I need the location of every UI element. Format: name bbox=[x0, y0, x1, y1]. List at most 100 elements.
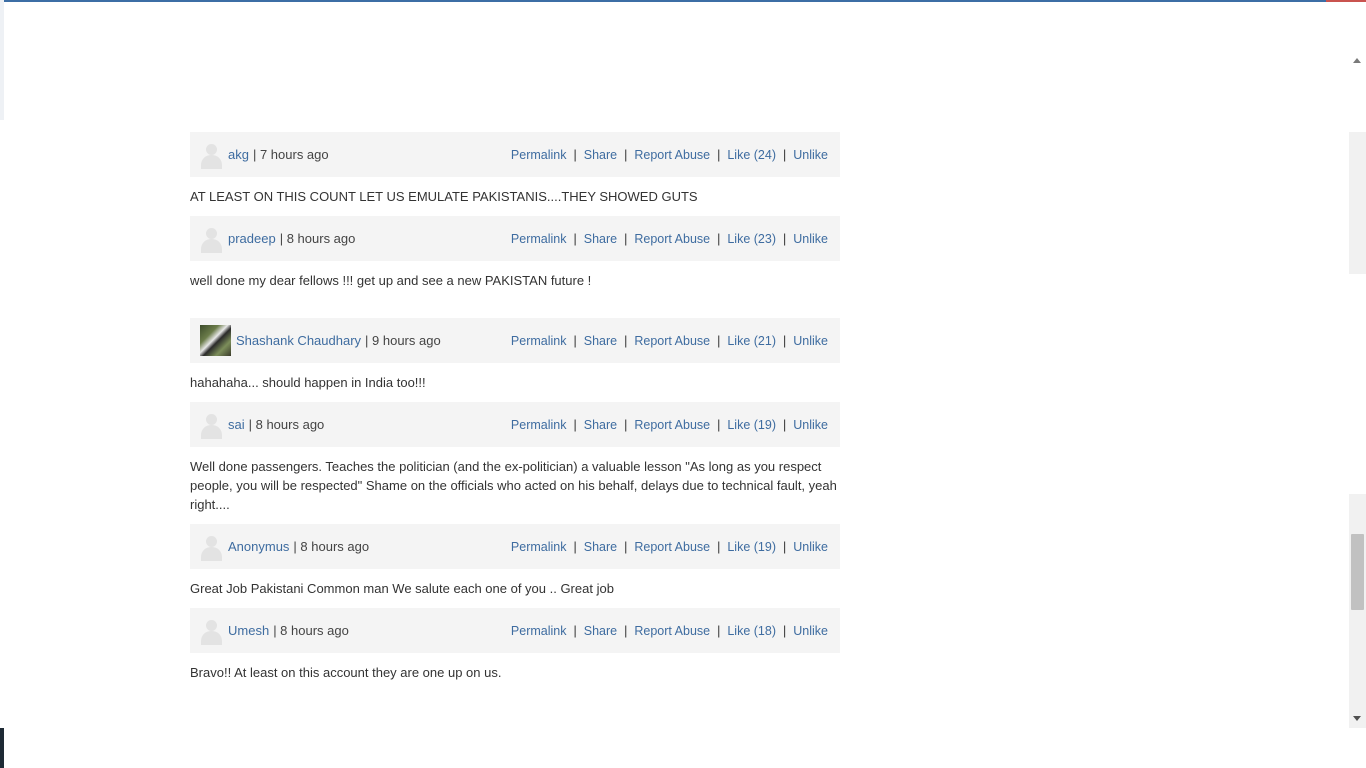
comment-time: | 7 hours ago bbox=[252, 147, 329, 162]
share-link[interactable]: Share bbox=[584, 232, 617, 246]
report-abuse-link[interactable]: Report Abuse bbox=[634, 624, 710, 638]
action-separator: | bbox=[624, 333, 628, 348]
action-separator: | bbox=[717, 539, 721, 554]
comment-item: pradeep | 8 hours ago Permalink | Share … bbox=[190, 216, 840, 318]
action-separator: | bbox=[717, 147, 721, 162]
report-abuse-link[interactable]: Report Abuse bbox=[634, 418, 710, 432]
window-top-border bbox=[0, 0, 1366, 2]
comment-text: AT LEAST ON THIS COUNT LET US EMULATE PA… bbox=[190, 189, 698, 204]
comment-item: Anonymus | 8 hours ago Permalink | Share… bbox=[190, 524, 840, 608]
share-link[interactable]: Share bbox=[584, 624, 617, 638]
left-edge-strip bbox=[0, 0, 4, 120]
action-separator: | bbox=[624, 623, 628, 638]
unlike-link[interactable]: Unlike bbox=[793, 418, 828, 432]
report-abuse-link[interactable]: Report Abuse bbox=[634, 334, 710, 348]
action-separator: | bbox=[624, 147, 628, 162]
comment-item: sai | 8 hours ago Permalink | Share | Re… bbox=[190, 402, 840, 524]
comment-header: akg | 7 hours ago Permalink | Share | Re… bbox=[190, 132, 840, 177]
unlike-link[interactable]: Unlike bbox=[793, 624, 828, 638]
comment-time: | 9 hours ago bbox=[365, 333, 441, 348]
unlike-link[interactable]: Unlike bbox=[793, 232, 828, 246]
action-separator: | bbox=[573, 417, 577, 432]
action-separator: | bbox=[573, 623, 577, 638]
default-avatar-icon bbox=[200, 225, 223, 253]
user-photo bbox=[200, 325, 231, 356]
action-separator: | bbox=[717, 231, 721, 246]
action-separator: | bbox=[573, 147, 577, 162]
comment-header: pradeep | 8 hours ago Permalink | Share … bbox=[190, 216, 840, 261]
action-separator: | bbox=[573, 231, 577, 246]
permalink-link[interactable]: Permalink bbox=[511, 624, 567, 638]
unlike-link[interactable]: Unlike bbox=[793, 540, 828, 554]
comment-time: | 8 hours ago bbox=[279, 231, 356, 246]
comment-actions: Permalink | Share | Report Abuse | Like … bbox=[511, 318, 828, 363]
comment-header: Anonymus | 8 hours ago Permalink | Share… bbox=[190, 524, 840, 569]
comment-author-link[interactable]: Umesh bbox=[228, 623, 269, 638]
comments-list: akg | 7 hours ago Permalink | Share | Re… bbox=[190, 132, 840, 692]
action-separator: | bbox=[717, 333, 721, 348]
action-separator: | bbox=[783, 417, 787, 432]
comment-item: akg | 7 hours ago Permalink | Share | Re… bbox=[190, 132, 840, 216]
action-separator: | bbox=[717, 417, 721, 432]
action-separator: | bbox=[783, 147, 787, 162]
report-abuse-link[interactable]: Report Abuse bbox=[634, 148, 710, 162]
comment-author-link[interactable]: Anonymus bbox=[228, 539, 289, 554]
comment-author-link[interactable]: pradeep bbox=[228, 231, 276, 246]
action-separator: | bbox=[783, 231, 787, 246]
action-separator: | bbox=[624, 539, 628, 554]
like-link[interactable]: Like (19) bbox=[727, 418, 776, 432]
share-link[interactable]: Share bbox=[584, 334, 617, 348]
share-link[interactable]: Share bbox=[584, 418, 617, 432]
permalink-link[interactable]: Permalink bbox=[511, 540, 567, 554]
comment-header: Shashank Chaudhary | 9 hours ago Permali… bbox=[190, 318, 840, 363]
comment-actions: Permalink | Share | Report Abuse | Like … bbox=[511, 524, 828, 569]
action-separator: | bbox=[624, 231, 628, 246]
like-link[interactable]: Like (24) bbox=[727, 148, 776, 162]
report-abuse-link[interactable]: Report Abuse bbox=[634, 232, 710, 246]
comment-actions: Permalink | Share | Report Abuse | Like … bbox=[511, 402, 828, 447]
permalink-link[interactable]: Permalink bbox=[511, 334, 567, 348]
taskbar-edge bbox=[0, 728, 4, 768]
comment-header: Umesh | 8 hours ago Permalink | Share | … bbox=[190, 608, 840, 653]
window-accent bbox=[1326, 0, 1366, 2]
action-separator: | bbox=[624, 417, 628, 432]
comment-item: Umesh | 8 hours ago Permalink | Share | … bbox=[190, 608, 840, 692]
comment-time: | 8 hours ago bbox=[273, 623, 349, 638]
action-separator: | bbox=[783, 623, 787, 638]
comment-text: Well done passengers. Teaches the politi… bbox=[190, 459, 837, 512]
default-avatar-icon bbox=[200, 533, 223, 561]
action-separator: | bbox=[717, 623, 721, 638]
comment-text: Great Job Pakistani Common man We salute… bbox=[190, 581, 614, 596]
comment-text: hahahaha... should happen in India too!!… bbox=[190, 375, 426, 390]
permalink-link[interactable]: Permalink bbox=[511, 418, 567, 432]
default-avatar-icon bbox=[200, 141, 223, 169]
like-link[interactable]: Like (21) bbox=[727, 334, 776, 348]
scrollbar-thumb[interactable] bbox=[1351, 534, 1364, 610]
comment-time: | 8 hours ago bbox=[248, 417, 325, 432]
action-separator: | bbox=[783, 333, 787, 348]
comment-author-link[interactable]: akg bbox=[228, 147, 249, 162]
scroll-down-arrow-icon[interactable] bbox=[1353, 716, 1361, 721]
share-link[interactable]: Share bbox=[584, 148, 617, 162]
report-abuse-link[interactable]: Report Abuse bbox=[634, 540, 710, 554]
default-avatar-icon bbox=[200, 411, 223, 439]
scroll-up-arrow-icon[interactable] bbox=[1353, 58, 1361, 63]
unlike-link[interactable]: Unlike bbox=[793, 148, 828, 162]
permalink-link[interactable]: Permalink bbox=[511, 232, 567, 246]
comment-author-link[interactable]: Shashank Chaudhary bbox=[236, 333, 361, 348]
action-separator: | bbox=[573, 333, 577, 348]
scrollbar-gap bbox=[1349, 56, 1366, 132]
scrollbar-gap bbox=[1349, 274, 1366, 494]
like-link[interactable]: Like (23) bbox=[727, 232, 776, 246]
permalink-link[interactable]: Permalink bbox=[511, 148, 567, 162]
unlike-link[interactable]: Unlike bbox=[793, 334, 828, 348]
comment-item: Shashank Chaudhary | 9 hours ago Permali… bbox=[190, 318, 840, 402]
like-link[interactable]: Like (19) bbox=[727, 540, 776, 554]
action-separator: | bbox=[783, 539, 787, 554]
like-link[interactable]: Like (18) bbox=[727, 624, 776, 638]
comment-header: sai | 8 hours ago Permalink | Share | Re… bbox=[190, 402, 840, 447]
comment-actions: Permalink | Share | Report Abuse | Like … bbox=[511, 216, 828, 261]
comment-author-link[interactable]: sai bbox=[228, 417, 245, 432]
default-avatar-icon bbox=[200, 617, 223, 645]
share-link[interactable]: Share bbox=[584, 540, 617, 554]
